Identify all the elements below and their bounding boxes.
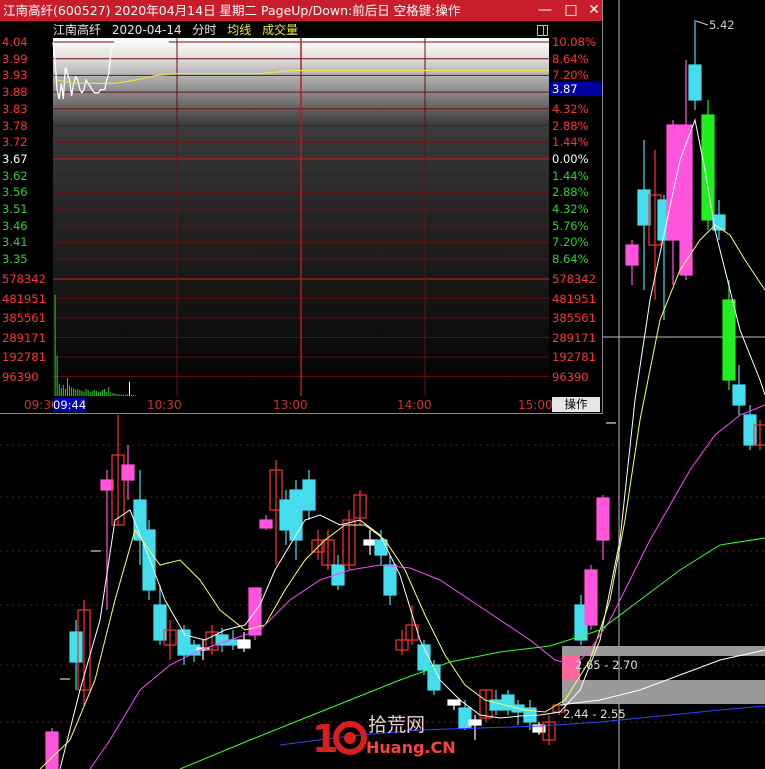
price-label-right: 7.20% [552,68,589,83]
candle-body [701,114,715,221]
price-label-left: 3.67 [2,151,28,166]
candle-body [584,569,598,626]
candle-body [289,489,303,541]
volume-label-left: 192781 [2,350,46,364]
volume-label-right: 385561 [552,311,596,325]
current-time-box: 09:44 [53,398,87,412]
watermark-en: Huang.CN [366,738,456,757]
avg-price-line [56,70,549,84]
volume-label-left: 385561 [2,311,46,325]
time-tick-1300: 13:00 [273,398,308,412]
candle-body [259,519,273,529]
price-label-left: 3.56 [2,185,28,200]
price-label-right: 0.00% [552,151,589,166]
intraday-window[interactable]: 江南高纤(600527) 2020年04月14日 星期二 PageUp/Down… [0,0,603,414]
candle-body [625,244,639,266]
candle-body [679,124,693,276]
price-label-right: 7.20% [552,235,589,250]
price-label-left: 3.83 [2,101,28,116]
price-label-right: 8.64% [552,51,589,66]
watermark-cn: 拾荒网 [368,714,426,736]
candle-body [100,479,114,491]
intraday-chart [52,38,549,396]
current-price-box: 3.87 [550,82,602,96]
price-label-left: 3.35 [2,252,28,267]
volume-label-right: 578342 [552,272,596,286]
operate-button[interactable]: 操作 [552,397,600,412]
price-label-right: 1.44% [552,135,589,150]
candle-body [45,731,59,769]
time-tick-1400: 14:00 [397,398,432,412]
price-label-right: 10.08% [552,35,596,49]
volume-label-left: 578342 [2,272,46,286]
price-label-right: 5.76% [552,218,589,233]
candle-body [637,189,651,226]
price-band [562,680,765,704]
candle-body [722,299,736,381]
volume-label-right: 481951 [552,291,596,306]
price-label-left: 3.46 [2,218,28,233]
price-label-left: 3.99 [2,51,28,66]
price-label-left: 3.41 [2,235,28,250]
price-label-right: 8.64% [552,252,589,267]
price-label-right: 2.88% [552,118,589,133]
price-label-right: 4.32% [552,101,589,116]
kline-range1-label: 2.65 - 2.70 [575,658,638,672]
kline-high-label: 5.42 [709,18,735,32]
candle-body [666,124,680,241]
price-label-left: 3.88 [2,85,28,100]
candle-body [732,384,746,406]
price-band [562,646,765,656]
candle-body [302,479,316,511]
price-label-right: 4.32% [552,202,589,216]
candle-body [596,497,610,541]
high-marker [695,20,709,26]
price-label-left: 3.51 [2,202,28,216]
candle-body [447,699,461,706]
candle-body [142,529,156,591]
time-tick-1030: 10:30 [147,398,182,412]
candle-body [121,464,135,481]
time-axis: 09:30 10:30 13:00 14:00 15:00 [0,397,602,413]
price-label-left: 4.04 [2,35,28,49]
price-line [52,41,169,100]
volume-label-right: 192781 [552,350,596,364]
price-label-left: 3.78 [2,118,28,133]
volume-label-left: 481951 [2,291,46,306]
price-label-left: 3.72 [2,135,28,150]
candle-body [237,639,251,649]
volume-label-left: 96390 [2,369,39,384]
price-label-left: 3.93 [2,68,28,83]
volume-label-right: 96390 [552,369,589,384]
candle-body [215,634,229,646]
volume-label-left: 289171 [2,330,46,345]
watermark-logo: 1 拾荒网 Huang.CN [312,712,456,762]
price-label-right: 2.88% [552,185,589,200]
candle-body [688,64,702,101]
time-tick-1500: 15:00 [518,398,553,412]
kline-range2-label: 2.44 - 2.55 [563,707,626,721]
candle-body [363,539,377,546]
volume-label-right: 289171 [552,330,596,345]
candle-body [374,539,388,556]
candle-body [69,631,83,663]
candle-body [468,719,482,726]
price-label-right: 1.44% [552,168,589,183]
candle-body [383,564,397,596]
price-label-left: 3.62 [2,168,28,183]
